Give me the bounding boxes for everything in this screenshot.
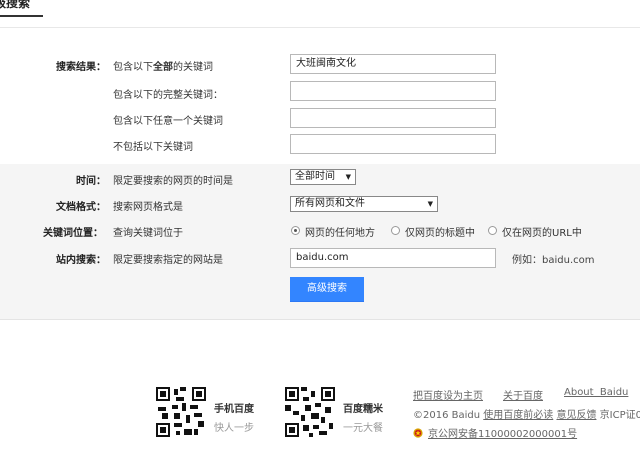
exclude-words-desc: 不包括以下关键词 — [113, 142, 193, 153]
advanced-search-button[interactable]: 高级搜索 — [290, 277, 364, 302]
qr-code-icon — [156, 387, 206, 437]
tab-active-underline — [0, 15, 43, 17]
police-record-link[interactable]: 京公网安备11000002000001号 — [428, 429, 577, 440]
set-homepage-link[interactable]: 把百度设为主页 — [413, 387, 483, 402]
about-baidu-link[interactable]: 关于百度 — [503, 387, 543, 402]
radio-url[interactable] — [488, 226, 497, 235]
site-example: 例如：baidu.com — [512, 255, 595, 266]
app-title-mobile-baidu: 手机百度 — [214, 404, 254, 415]
exact-phrase-input[interactable] — [290, 81, 496, 101]
app-title-nuomi: 百度糯米 — [343, 404, 383, 415]
dropdown-arrow-icon: ▼ — [345, 173, 351, 181]
police-record: 京公网安备11000002000001号 — [413, 425, 577, 440]
time-select[interactable]: 全部时间 ▼ — [290, 169, 356, 185]
app-subtitle-nuomi: 一元大餐 — [343, 423, 383, 434]
exclude-words-input[interactable] — [290, 134, 496, 154]
format-desc: 搜索网页格式是 — [113, 202, 183, 213]
radio-anywhere-label: 网页的任何地方 — [305, 228, 375, 239]
terms-link[interactable]: 使用百度前必读 — [483, 410, 553, 421]
site-label: 站内搜索： — [56, 255, 106, 266]
format-label: 文档格式： — [56, 202, 106, 213]
exact-phrase-desc: 包含以下的完整关键词： — [113, 90, 223, 101]
search-result-label: 搜索结果： — [56, 62, 106, 73]
any-word-desc: 包含以下任意一个关键词 — [113, 116, 223, 127]
police-emblem-icon — [413, 428, 423, 438]
feedback-link[interactable]: 意见反馈 — [556, 410, 596, 421]
all-words-desc: 包含以下全部的关键词 — [113, 62, 213, 73]
site-desc: 限定要搜索指定的网站是 — [113, 255, 223, 266]
format-select[interactable]: 所有网页和文件 ▼ — [290, 196, 438, 212]
radio-title[interactable] — [391, 226, 400, 235]
position-desc: 查询关键词位于 — [113, 228, 183, 239]
radio-url-label: 仅在网页的URL中 — [502, 228, 582, 239]
header-bar: 级搜索 — [0, 0, 640, 28]
all-words-input[interactable]: 大班闽南文化 — [290, 54, 496, 74]
copyright-line: ©2016 Baidu 使用百度前必读 意见反馈 京ICP证030 — [413, 410, 640, 421]
about-baidu-en-link[interactable]: About Baidu — [564, 387, 628, 398]
any-word-input[interactable] — [290, 108, 496, 128]
dropdown-arrow-icon: ▼ — [427, 200, 433, 208]
position-label: 关键词位置： — [43, 228, 103, 239]
time-desc: 限定要搜索的网页的时间是 — [113, 176, 233, 187]
app-subtitle-mobile-baidu: 快人一步 — [214, 423, 254, 434]
tab-advanced-search[interactable]: 级搜索 — [0, 0, 30, 10]
time-label: 时间： — [76, 176, 106, 187]
site-input[interactable]: baidu.com — [290, 248, 496, 268]
qr-code-icon — [285, 387, 335, 437]
radio-anywhere[interactable] — [291, 226, 300, 235]
radio-title-label: 仅网页的标题中 — [405, 228, 475, 239]
